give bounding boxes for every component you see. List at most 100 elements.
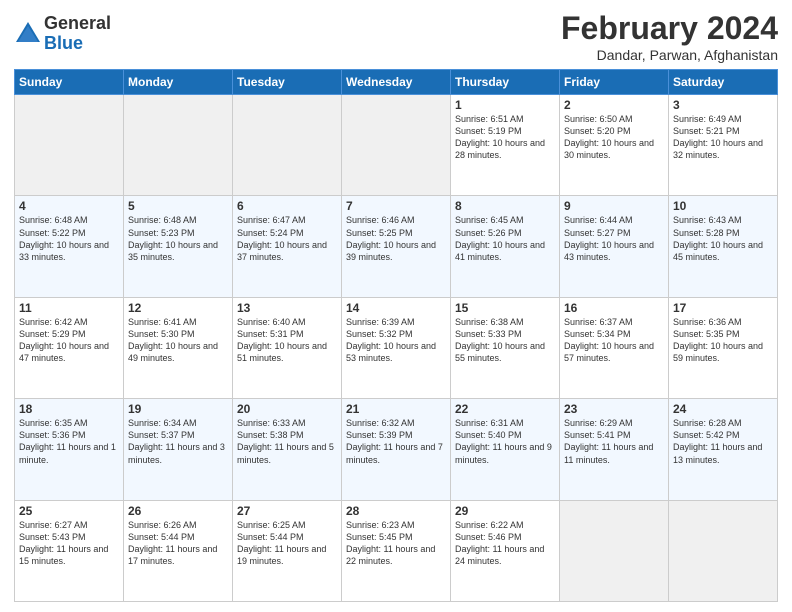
day-info: Sunrise: 6:32 AMSunset: 5:39 PMDaylight:… — [346, 417, 446, 466]
day-info: Sunrise: 6:23 AMSunset: 5:45 PMDaylight:… — [346, 519, 446, 568]
logo: General Blue — [14, 14, 111, 54]
day-info: Sunrise: 6:50 AMSunset: 5:20 PMDaylight:… — [564, 113, 664, 162]
day-number: 16 — [564, 301, 664, 315]
day-number: 10 — [673, 199, 773, 213]
day-number: 21 — [346, 402, 446, 416]
day-info: Sunrise: 6:38 AMSunset: 5:33 PMDaylight:… — [455, 316, 555, 365]
calendar-cell-1-3: 7Sunrise: 6:46 AMSunset: 5:25 PMDaylight… — [342, 196, 451, 297]
day-info: Sunrise: 6:31 AMSunset: 5:40 PMDaylight:… — [455, 417, 555, 466]
day-info: Sunrise: 6:49 AMSunset: 5:21 PMDaylight:… — [673, 113, 773, 162]
day-number: 15 — [455, 301, 555, 315]
day-number: 11 — [19, 301, 119, 315]
col-thursday: Thursday — [451, 70, 560, 95]
day-number: 22 — [455, 402, 555, 416]
day-info: Sunrise: 6:42 AMSunset: 5:29 PMDaylight:… — [19, 316, 119, 365]
calendar-cell-0-2 — [233, 95, 342, 196]
calendar-cell-3-1: 19Sunrise: 6:34 AMSunset: 5:37 PMDayligh… — [124, 399, 233, 500]
day-number: 23 — [564, 402, 664, 416]
calendar-cell-3-3: 21Sunrise: 6:32 AMSunset: 5:39 PMDayligh… — [342, 399, 451, 500]
day-number: 25 — [19, 504, 119, 518]
logo-text: General Blue — [44, 14, 111, 54]
week-row-3: 11Sunrise: 6:42 AMSunset: 5:29 PMDayligh… — [15, 297, 778, 398]
calendar-cell-1-0: 4Sunrise: 6:48 AMSunset: 5:22 PMDaylight… — [15, 196, 124, 297]
col-monday: Monday — [124, 70, 233, 95]
calendar-cell-1-5: 9Sunrise: 6:44 AMSunset: 5:27 PMDaylight… — [560, 196, 669, 297]
day-info: Sunrise: 6:37 AMSunset: 5:34 PMDaylight:… — [564, 316, 664, 365]
calendar-cell-4-4: 29Sunrise: 6:22 AMSunset: 5:46 PMDayligh… — [451, 500, 560, 601]
day-info: Sunrise: 6:34 AMSunset: 5:37 PMDaylight:… — [128, 417, 228, 466]
logo-general-text: General — [44, 14, 111, 34]
calendar-cell-4-3: 28Sunrise: 6:23 AMSunset: 5:45 PMDayligh… — [342, 500, 451, 601]
calendar-cell-4-6 — [669, 500, 778, 601]
day-info: Sunrise: 6:25 AMSunset: 5:44 PMDaylight:… — [237, 519, 337, 568]
day-info: Sunrise: 6:26 AMSunset: 5:44 PMDaylight:… — [128, 519, 228, 568]
month-title: February 2024 — [561, 10, 778, 47]
calendar-cell-2-0: 11Sunrise: 6:42 AMSunset: 5:29 PMDayligh… — [15, 297, 124, 398]
calendar-cell-0-3 — [342, 95, 451, 196]
day-info: Sunrise: 6:40 AMSunset: 5:31 PMDaylight:… — [237, 316, 337, 365]
day-number: 12 — [128, 301, 228, 315]
day-number: 7 — [346, 199, 446, 213]
calendar-cell-2-4: 15Sunrise: 6:38 AMSunset: 5:33 PMDayligh… — [451, 297, 560, 398]
calendar-cell-2-6: 17Sunrise: 6:36 AMSunset: 5:35 PMDayligh… — [669, 297, 778, 398]
day-info: Sunrise: 6:48 AMSunset: 5:23 PMDaylight:… — [128, 214, 228, 263]
calendar-cell-4-1: 26Sunrise: 6:26 AMSunset: 5:44 PMDayligh… — [124, 500, 233, 601]
day-number: 24 — [673, 402, 773, 416]
calendar-cell-0-4: 1Sunrise: 6:51 AMSunset: 5:19 PMDaylight… — [451, 95, 560, 196]
week-row-4: 18Sunrise: 6:35 AMSunset: 5:36 PMDayligh… — [15, 399, 778, 500]
col-friday: Friday — [560, 70, 669, 95]
day-number: 4 — [19, 199, 119, 213]
calendar-cell-0-5: 2Sunrise: 6:50 AMSunset: 5:20 PMDaylight… — [560, 95, 669, 196]
day-info: Sunrise: 6:48 AMSunset: 5:22 PMDaylight:… — [19, 214, 119, 263]
day-info: Sunrise: 6:45 AMSunset: 5:26 PMDaylight:… — [455, 214, 555, 263]
day-number: 17 — [673, 301, 773, 315]
day-info: Sunrise: 6:33 AMSunset: 5:38 PMDaylight:… — [237, 417, 337, 466]
calendar-cell-3-0: 18Sunrise: 6:35 AMSunset: 5:36 PMDayligh… — [15, 399, 124, 500]
calendar-cell-3-4: 22Sunrise: 6:31 AMSunset: 5:40 PMDayligh… — [451, 399, 560, 500]
day-info: Sunrise: 6:51 AMSunset: 5:19 PMDaylight:… — [455, 113, 555, 162]
calendar-cell-2-1: 12Sunrise: 6:41 AMSunset: 5:30 PMDayligh… — [124, 297, 233, 398]
calendar-cell-1-1: 5Sunrise: 6:48 AMSunset: 5:23 PMDaylight… — [124, 196, 233, 297]
col-sunday: Sunday — [15, 70, 124, 95]
day-number: 6 — [237, 199, 337, 213]
week-row-2: 4Sunrise: 6:48 AMSunset: 5:22 PMDaylight… — [15, 196, 778, 297]
day-info: Sunrise: 6:36 AMSunset: 5:35 PMDaylight:… — [673, 316, 773, 365]
calendar-cell-4-0: 25Sunrise: 6:27 AMSunset: 5:43 PMDayligh… — [15, 500, 124, 601]
day-info: Sunrise: 6:35 AMSunset: 5:36 PMDaylight:… — [19, 417, 119, 466]
day-number: 26 — [128, 504, 228, 518]
day-number: 2 — [564, 98, 664, 112]
calendar-cell-2-5: 16Sunrise: 6:37 AMSunset: 5:34 PMDayligh… — [560, 297, 669, 398]
logo-icon — [14, 20, 42, 48]
week-row-5: 25Sunrise: 6:27 AMSunset: 5:43 PMDayligh… — [15, 500, 778, 601]
calendar-cell-3-5: 23Sunrise: 6:29 AMSunset: 5:41 PMDayligh… — [560, 399, 669, 500]
header: General Blue February 2024 Dandar, Parwa… — [14, 10, 778, 63]
col-wednesday: Wednesday — [342, 70, 451, 95]
day-info: Sunrise: 6:27 AMSunset: 5:43 PMDaylight:… — [19, 519, 119, 568]
calendar-cell-2-3: 14Sunrise: 6:39 AMSunset: 5:32 PMDayligh… — [342, 297, 451, 398]
calendar-cell-4-5 — [560, 500, 669, 601]
calendar-cell-2-2: 13Sunrise: 6:40 AMSunset: 5:31 PMDayligh… — [233, 297, 342, 398]
day-number: 20 — [237, 402, 337, 416]
day-info: Sunrise: 6:43 AMSunset: 5:28 PMDaylight:… — [673, 214, 773, 263]
day-number: 14 — [346, 301, 446, 315]
page: General Blue February 2024 Dandar, Parwa… — [0, 0, 792, 612]
day-info: Sunrise: 6:46 AMSunset: 5:25 PMDaylight:… — [346, 214, 446, 263]
day-number: 19 — [128, 402, 228, 416]
week-row-1: 1Sunrise: 6:51 AMSunset: 5:19 PMDaylight… — [15, 95, 778, 196]
title-block: February 2024 Dandar, Parwan, Afghanista… — [561, 10, 778, 63]
day-number: 9 — [564, 199, 664, 213]
day-number: 18 — [19, 402, 119, 416]
day-info: Sunrise: 6:41 AMSunset: 5:30 PMDaylight:… — [128, 316, 228, 365]
day-info: Sunrise: 6:39 AMSunset: 5:32 PMDaylight:… — [346, 316, 446, 365]
day-info: Sunrise: 6:44 AMSunset: 5:27 PMDaylight:… — [564, 214, 664, 263]
calendar-cell-1-2: 6Sunrise: 6:47 AMSunset: 5:24 PMDaylight… — [233, 196, 342, 297]
col-saturday: Saturday — [669, 70, 778, 95]
logo-blue-text: Blue — [44, 34, 111, 54]
day-number: 27 — [237, 504, 337, 518]
location: Dandar, Parwan, Afghanistan — [561, 47, 778, 63]
calendar-table: Sunday Monday Tuesday Wednesday Thursday… — [14, 69, 778, 602]
day-number: 13 — [237, 301, 337, 315]
calendar-cell-3-6: 24Sunrise: 6:28 AMSunset: 5:42 PMDayligh… — [669, 399, 778, 500]
calendar-cell-3-2: 20Sunrise: 6:33 AMSunset: 5:38 PMDayligh… — [233, 399, 342, 500]
day-number: 29 — [455, 504, 555, 518]
